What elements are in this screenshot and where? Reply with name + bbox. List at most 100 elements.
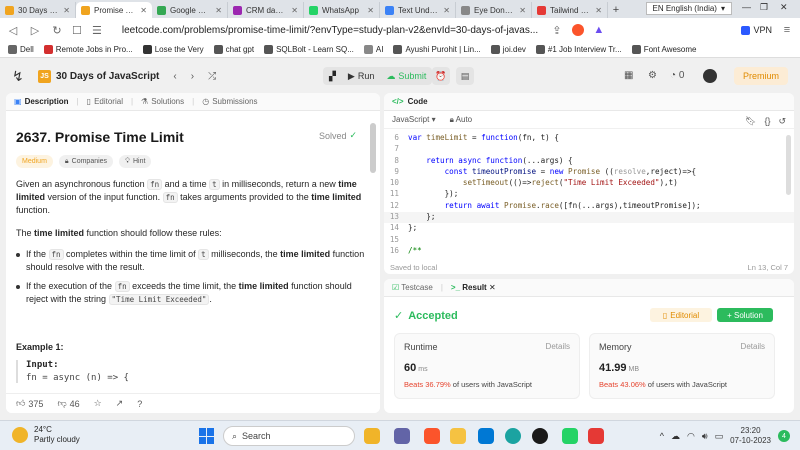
streak-button[interactable]: ◔ 0: [670, 70, 684, 81]
tab-testcase[interactable]: ☑ Testcase: [392, 283, 433, 292]
battery-icon[interactable]: ▭: [715, 431, 724, 442]
back-icon[interactable]: ◁: [6, 24, 20, 37]
notes-button[interactable]: ▤: [456, 67, 474, 85]
close-icon[interactable]: ✕: [443, 6, 450, 15]
close-icon[interactable]: ✕: [489, 283, 496, 292]
hint-chip[interactable]: 💡︎ Hint: [119, 155, 152, 168]
bookmark-icon[interactable]: 🔖︎: [745, 116, 756, 127]
shuffle-icon[interactable]: ⤮: [208, 71, 216, 82]
windows-start-icon[interactable]: [199, 428, 215, 444]
tab-solutions[interactable]: ⚗ Solutions: [141, 97, 184, 106]
bookmark-icon[interactable]: ☐: [72, 24, 82, 37]
cloud-icon[interactable]: ☁: [671, 431, 680, 442]
tab-description[interactable]: ▣ Description: [14, 97, 69, 106]
reload-icon[interactable]: ↻: [50, 24, 64, 37]
star-button[interactable]: ☆: [94, 398, 102, 409]
like-button[interactable]: 👍︎ 375: [16, 398, 43, 409]
dislike-button[interactable]: 👎︎ 46: [57, 398, 79, 409]
close-window-icon[interactable]: ✕: [780, 2, 788, 13]
avatar[interactable]: [703, 69, 717, 83]
browser-tab[interactable]: Eye Donation A ✕: [456, 2, 532, 18]
tab-editorial[interactable]: ▯ Editorial: [87, 97, 123, 106]
notification-badge[interactable]: 4: [778, 430, 790, 442]
close-icon[interactable]: ✕: [291, 6, 298, 15]
url-field[interactable]: leetcode.com/problems/promise-time-limit…: [122, 25, 542, 36]
language-select[interactable]: JavaScript ▾: [392, 115, 436, 124]
dell-app-icon[interactable]: [532, 428, 548, 444]
brave-app-icon[interactable]: [424, 428, 440, 444]
next-problem-icon[interactable]: ›: [191, 71, 194, 82]
premium-button[interactable]: Premium: [734, 67, 788, 85]
layout-icon[interactable]: ▦: [624, 70, 633, 81]
whatsapp-app-icon[interactable]: [562, 428, 578, 444]
bookmark-item[interactable]: Font Awesome: [631, 45, 697, 54]
browser-tab[interactable]: 30 Days of Java ✕: [0, 2, 76, 18]
bookmark-item[interactable]: SQLBolt - Learn SQ...: [264, 45, 354, 54]
close-icon[interactable]: ✕: [519, 6, 526, 15]
browser-tab[interactable]: Text Underline ✕: [380, 2, 456, 18]
bookmark-item[interactable]: Lose the Very: [142, 45, 204, 54]
files-app-icon[interactable]: [364, 428, 380, 444]
feedback-button[interactable]: ?: [137, 399, 142, 409]
share-icon[interactable]: ⇪: [550, 24, 564, 37]
vpn-button[interactable]: VPN: [741, 25, 772, 35]
editor-scrollbar-thumb[interactable]: [786, 135, 791, 195]
share-button[interactable]: ↗: [116, 398, 124, 409]
taskbar-search[interactable]: ⌕ Search: [223, 426, 355, 446]
bookmark-item[interactable]: #1 Job Interview Tr...: [535, 45, 622, 54]
memory-details-link[interactable]: Details: [741, 342, 765, 351]
gear-icon[interactable]: ⚙: [648, 70, 657, 81]
bookmark-item[interactable]: joi.dev: [490, 45, 526, 54]
prev-problem-icon[interactable]: ‹: [173, 71, 176, 82]
bookmark-item[interactable]: Dell: [8, 45, 34, 54]
teams-app-icon[interactable]: [394, 428, 410, 444]
companies-chip[interactable]: 🔒︎ Companies: [58, 155, 114, 168]
bookmark-item[interactable]: Remote Jobs in Pro...: [43, 45, 133, 54]
edge-app-icon[interactable]: [505, 428, 521, 444]
weather-widget[interactable]: 24°C Partly cloudy: [12, 425, 80, 445]
problem-title[interactable]: 2637. Promise Time Limit: [16, 129, 366, 145]
auto-mode-toggle[interactable]: 🔒︎ Auto: [450, 115, 473, 125]
minimize-icon[interactable]: —: [742, 2, 751, 12]
site-info-icon[interactable]: ☰: [90, 24, 104, 37]
browser-tab[interactable]: Tailwind CSS Ful✕: [532, 2, 608, 18]
braces-icon[interactable]: {}: [764, 116, 770, 127]
bookmark-item[interactable]: chat gpt: [213, 45, 254, 54]
add-solution-button[interactable]: + Solution: [717, 308, 773, 322]
study-plan-title[interactable]: 30 Days of JavaScript: [56, 71, 159, 82]
submit-button[interactable]: ☁ Submit: [380, 67, 432, 85]
clock[interactable]: 23:20 07-10-2023: [730, 426, 771, 446]
browser-tab-active[interactable]: Promise Tim ✕: [76, 2, 152, 18]
volume-icon[interactable]: 🔊︎: [702, 431, 708, 442]
new-tab-button[interactable]: +: [608, 2, 624, 18]
close-icon[interactable]: ✕: [367, 6, 374, 15]
vscode-app-icon[interactable]: [478, 428, 494, 444]
runtime-details-link[interactable]: Details: [546, 342, 570, 351]
language-indicator[interactable]: EN English (India) ▾: [645, 2, 732, 15]
reset-icon[interactable]: ↺: [778, 116, 786, 127]
explorer-app-icon[interactable]: [450, 428, 466, 444]
rewards-icon[interactable]: ▲: [592, 24, 606, 36]
editorial-button[interactable]: ▯ Editorial: [650, 308, 712, 322]
debug-button[interactable]: ▞: [323, 67, 342, 85]
close-icon[interactable]: ✕: [595, 6, 602, 15]
forward-icon[interactable]: ▷: [28, 24, 42, 37]
tab-submissions[interactable]: ◷ Submissions: [202, 97, 257, 106]
bookmark-item[interactable]: AI: [363, 45, 383, 54]
menu-icon[interactable]: ≡: [780, 24, 794, 36]
chevron-up-icon[interactable]: ^: [660, 431, 664, 441]
maximize-icon[interactable]: ❐: [760, 2, 768, 13]
tab-result[interactable]: >_ Result ✕: [451, 283, 496, 292]
brave-shield-icon[interactable]: [571, 24, 584, 36]
timer-button[interactable]: ⏰: [432, 67, 450, 85]
browser-tab[interactable]: WhatsApp ✕: [304, 2, 380, 18]
close-icon[interactable]: ✕: [215, 6, 222, 15]
snip-app-icon[interactable]: [588, 428, 604, 444]
scrollbar-thumb[interactable]: [370, 123, 376, 173]
code-editor[interactable]: 6 var timeLimit = function (fn, t) { 7 8 r…: [384, 133, 794, 255]
close-icon[interactable]: ✕: [140, 6, 147, 15]
run-button[interactable]: ▶ Run: [342, 67, 380, 85]
wifi-icon[interactable]: ◠: [687, 431, 695, 442]
close-icon[interactable]: ✕: [63, 6, 70, 15]
browser-tab[interactable]: CRM dashboar ✕: [228, 2, 304, 18]
